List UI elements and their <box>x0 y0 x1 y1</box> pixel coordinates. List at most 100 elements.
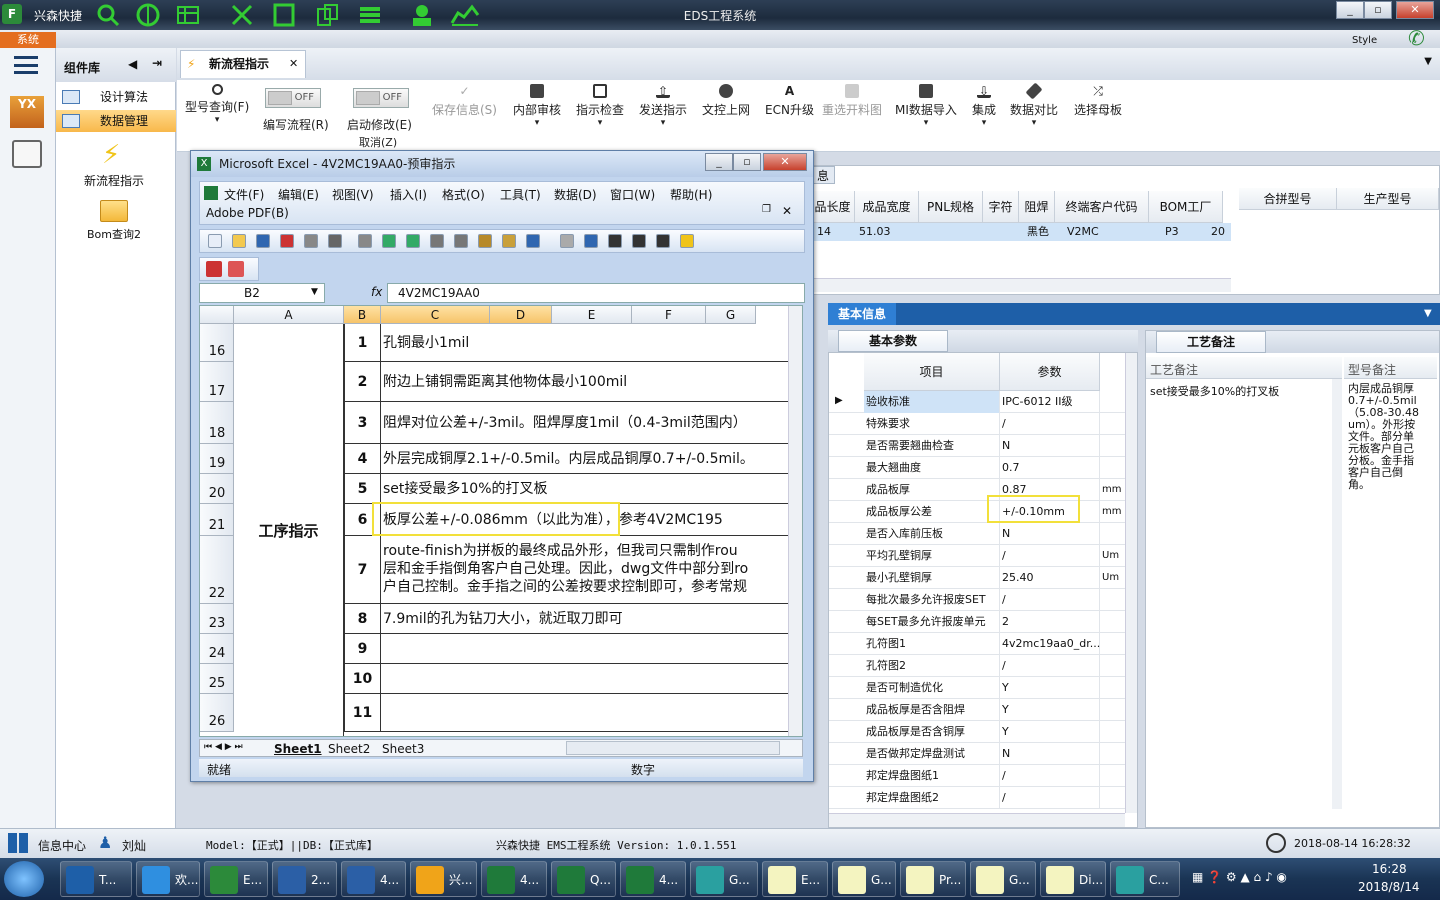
tab-new-flow[interactable]: ⚡ 新流程指示 ✕ <box>180 50 306 78</box>
save-info-button[interactable]: ✓ 保存信息(S) <box>432 84 497 118</box>
menu-insert[interactable]: 插入(I) <box>390 186 427 203</box>
param-row[interactable]: 每批次最多允许报废SET / <box>829 589 1125 611</box>
excel-window[interactable]: X Microsoft Excel - 4V2MC19AA0-预审指示 _ ▫ … <box>190 150 814 782</box>
param-value[interactable]: / <box>1000 589 1100 611</box>
param-row[interactable]: 是否做邦定焊盘测试 N <box>829 743 1125 765</box>
param-row[interactable]: 成品板厚公差 +/-0.10mm mm <box>829 501 1125 523</box>
fx-icon[interactable]: fx <box>371 285 382 299</box>
print-icon[interactable] <box>328 234 342 248</box>
taskbar-item[interactable]: C... <box>1110 861 1180 897</box>
pin-icon[interactable]: ⇥ <box>152 56 162 70</box>
taskbar-item[interactable]: 4... <box>341 861 406 897</box>
query-button[interactable]: 型号查询(F) ▾ <box>185 84 249 125</box>
row-header[interactable]: 22 <box>200 536 234 604</box>
param-row[interactable]: 邦定焊盘图纸2/ <box>829 787 1125 809</box>
item-number-cell[interactable]: 5 <box>344 474 381 504</box>
windows-icon[interactable] <box>8 833 28 853</box>
param-row[interactable]: 成品板厚 0.87 mm <box>829 479 1125 501</box>
shortcut-bom-query[interactable]: Bom查询2 <box>56 226 172 242</box>
param-value[interactable]: Y <box>1000 721 1100 743</box>
param-value[interactable]: 25.40 <box>1000 567 1100 589</box>
shortcut-new-flow[interactable]: 新流程指示 <box>56 172 172 189</box>
param-value[interactable]: Y <box>1000 677 1100 699</box>
menu-tools[interactable]: 工具(T) <box>500 186 541 203</box>
maximize-button[interactable]: ▫ <box>1364 1 1392 19</box>
menu-adobe-pdf[interactable]: Adobe PDF(B) <box>206 206 289 220</box>
namebox-dropdown-icon[interactable]: ▼ <box>311 287 318 297</box>
item-number-cell[interactable]: 1 <box>344 324 381 362</box>
new-icon[interactable] <box>208 234 222 248</box>
param-value[interactable]: Y <box>1000 699 1100 721</box>
param-row[interactable]: 是否需要翘曲检查 N <box>829 435 1125 457</box>
style-menu[interactable]: Style <box>1352 35 1377 46</box>
col-header[interactable]: 成品宽度 <box>855 191 919 223</box>
col-header[interactable]: 生产型号 <box>1337 188 1439 210</box>
instruction-cell[interactable]: route-finish为拼板的最终成品外形，但我司只需制作rou 层和金手指倒角… <box>381 536 790 604</box>
col-header-b[interactable]: B <box>344 306 381 324</box>
instruction-cell[interactable]: 阻焊对位公差+/-3mil。阻焊厚度1mil（0.4-3mil范围内） <box>381 402 790 444</box>
excel-close-button[interactable]: ✕ <box>763 153 807 171</box>
sum-icon[interactable] <box>608 234 622 248</box>
select-mother-button[interactable]: ⤮ 选择母板 <box>1074 84 1122 118</box>
item-number-cell[interactable]: 11 <box>344 694 381 732</box>
row-header[interactable]: 21 <box>200 504 234 536</box>
instruction-cell[interactable] <box>381 664 790 694</box>
cut-icon[interactable] <box>430 234 444 248</box>
calendar-icon[interactable] <box>12 140 42 168</box>
open-icon[interactable] <box>232 234 246 248</box>
taskbar-item[interactable]: T... <box>60 861 132 897</box>
row-header[interactable]: 20 <box>200 474 234 504</box>
col-header[interactable]: BOM工厂 <box>1149 191 1223 223</box>
taskbar-item[interactable]: E... <box>762 861 828 897</box>
row-header[interactable]: 18 <box>200 402 234 444</box>
param-value[interactable]: N <box>1000 435 1100 457</box>
menu-format[interactable]: 格式(O) <box>442 186 485 203</box>
sheet-tab-2[interactable]: Sheet2 <box>328 742 370 756</box>
horizontal-scrollbar[interactable] <box>566 741 780 755</box>
taskbar-item[interactable]: G... <box>690 861 758 897</box>
instruction-cell[interactable]: 外层完成铜厚2.1+/-0.5mil。内层成品铜厚0.7+/-0.5mil。 <box>381 444 790 474</box>
vertical-scrollbar[interactable] <box>1125 353 1137 813</box>
param-row[interactable]: 平均孔壁铜厚 / Um <box>829 545 1125 567</box>
tab-basic-params[interactable]: 基本参数 <box>838 330 948 352</box>
panel-dropdown-icon[interactable]: ▼ <box>1424 308 1432 319</box>
ecn-upgrade-button[interactable]: A ECN升级 <box>765 84 814 118</box>
formula-bar[interactable]: 4V2MC19AA0 <box>387 283 805 303</box>
instruction-cell[interactable]: 7.9mil的孔为钻刀大小，就近取刀即可 <box>381 604 790 634</box>
col-header[interactable]: 阻焊 <box>1019 191 1055 223</box>
param-row[interactable]: 成品板厚是否含阻焊 Y <box>829 699 1125 721</box>
hamburger-icon[interactable] <box>14 56 38 74</box>
permission-icon[interactable] <box>280 234 294 248</box>
yx-factory-icon[interactable]: YX <box>10 96 44 128</box>
upload-web-button[interactable]: 文控上网 <box>702 84 750 118</box>
grid-tab[interactable]: 息 <box>811 166 835 184</box>
row-header[interactable]: 19 <box>200 444 234 474</box>
corner-header[interactable] <box>200 306 234 324</box>
collapse-left-icon[interactable]: ◀ <box>128 57 137 71</box>
compare-button[interactable]: 数据对比 ▾ <box>1010 82 1058 128</box>
param-value[interactable]: 2 <box>1000 611 1100 633</box>
send-button[interactable]: ⇧ 发送指示 ▾ <box>639 84 687 128</box>
hyperlink-icon[interactable] <box>584 234 598 248</box>
excel-maximize-button[interactable]: ▫ <box>733 153 761 171</box>
instruction-cell[interactable] <box>381 634 790 664</box>
param-row[interactable]: 孔符图2/ <box>829 655 1125 677</box>
tab-basic-info[interactable]: 基本信息 <box>828 303 896 325</box>
close-button[interactable]: ✕ <box>1396 1 1434 19</box>
col-header-g[interactable]: G <box>706 306 756 324</box>
col-header[interactable]: 终端客户代码 <box>1055 191 1149 223</box>
system-menu[interactable]: 系统 <box>0 32 56 48</box>
mi-import-button[interactable]: MI数据导入 ▾ <box>895 84 957 128</box>
undo-icon[interactable] <box>526 234 540 248</box>
doc-restore-icon[interactable]: ❐ <box>762 204 771 215</box>
info-center-link[interactable]: 信息中心 <box>38 837 86 854</box>
param-row[interactable]: 成品板厚是否含铜厚 Y <box>829 721 1125 743</box>
taskbar-item[interactable]: G... <box>832 861 896 897</box>
item-number-cell[interactable]: 2 <box>344 362 381 402</box>
minimize-button[interactable]: _ <box>1336 1 1364 19</box>
preview-icon[interactable] <box>358 234 372 248</box>
tabs-dropdown-icon[interactable]: ▼ <box>1424 56 1432 67</box>
vertical-scrollbar[interactable] <box>788 306 802 736</box>
taskbar-item[interactable]: G... <box>970 861 1036 897</box>
param-value[interactable]: 0.7 <box>1000 457 1100 479</box>
